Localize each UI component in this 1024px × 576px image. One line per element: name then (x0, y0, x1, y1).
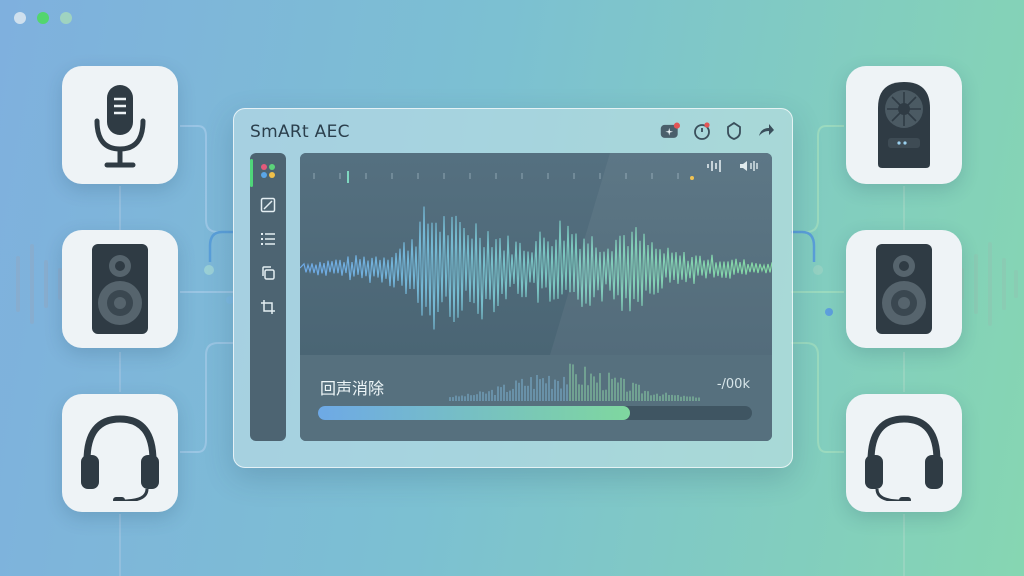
palette-icon (261, 164, 275, 178)
smart-speaker-tile[interactable] (846, 66, 962, 184)
timer-icon (694, 122, 710, 140)
echo-cancel-section: 回声消除 -/00k (300, 355, 772, 441)
microphone-tile[interactable] (62, 66, 178, 184)
progress-fill (318, 406, 631, 420)
echo-cancel-value: -/00k (716, 377, 750, 392)
share-button[interactable] (756, 121, 776, 141)
badge-icon (727, 121, 741, 140)
echo-cancel-progress[interactable] (318, 406, 752, 420)
active-indicator (250, 159, 253, 187)
sidebar-item-copy[interactable] (258, 263, 278, 283)
echo-cancel-label: 回声消除 (320, 379, 385, 398)
sidebar-item-edit[interactable] (258, 195, 278, 215)
badge-button[interactable] (724, 121, 744, 141)
copy-icon (262, 266, 275, 280)
headphones-tile-left[interactable] (62, 394, 178, 512)
headphones-tile-right[interactable] (846, 394, 962, 512)
headphones-icon (81, 415, 159, 501)
share-arrow-icon (759, 124, 774, 136)
audio-panel: 回声消除 -/00k (300, 153, 772, 441)
sparkle-button[interactable] (660, 121, 680, 141)
app-frame: SmARt AEC 回声消除 -/00k (0, 0, 1024, 576)
headphones-icon (865, 415, 943, 501)
speaker-tile-left[interactable] (62, 230, 178, 348)
waveform-area (300, 153, 772, 355)
sidebar-item-crop[interactable] (258, 297, 278, 317)
sidebar-item-palette[interactable] (258, 161, 278, 181)
timer-button[interactable] (692, 121, 712, 141)
speaker-icon (92, 244, 148, 334)
speaker-tile-right[interactable] (846, 230, 962, 348)
aec-window: SmARt AEC 回声消除 -/00k (233, 108, 793, 468)
window-title: SmARt AEC (250, 122, 350, 142)
tool-sidebar (250, 153, 286, 441)
window-toolbar (660, 121, 776, 141)
sparkle-icon (660, 122, 680, 138)
crop-icon (261, 300, 275, 314)
smart-speaker-icon (878, 82, 930, 168)
waveform (300, 153, 772, 355)
sidebar-item-list[interactable] (258, 229, 278, 249)
speaker-icon (876, 244, 932, 334)
edit-square-icon (260, 197, 276, 213)
microphone-icon (94, 85, 146, 168)
list-icon (261, 233, 275, 245)
